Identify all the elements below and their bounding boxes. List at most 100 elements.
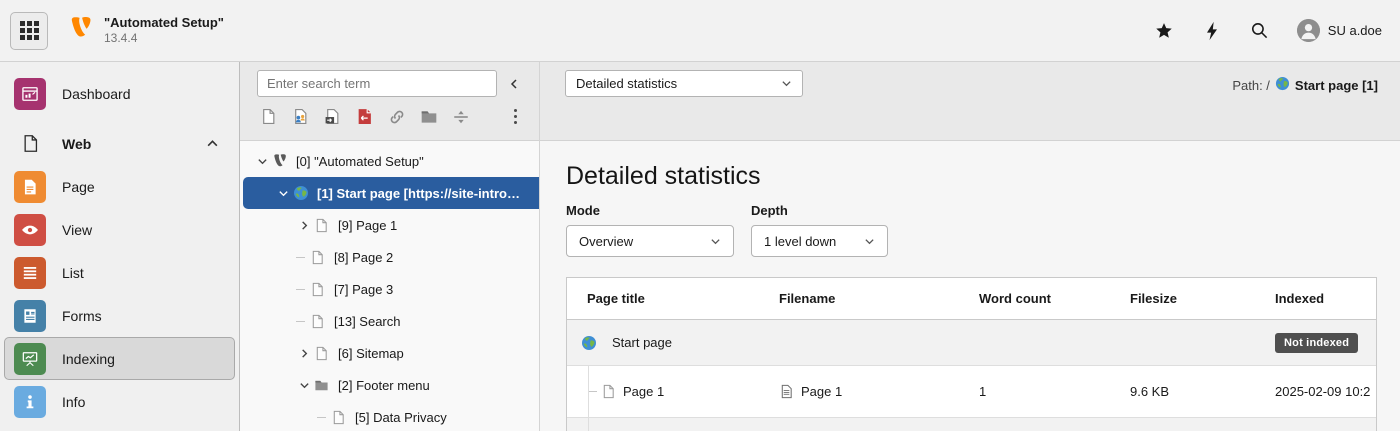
- chevron-right-icon[interactable]: [296, 220, 312, 231]
- chevron-right-icon[interactable]: [296, 348, 312, 359]
- page-module-icon: [14, 171, 46, 203]
- new-folder-icon[interactable]: [419, 107, 438, 126]
- view-eye-icon: [14, 214, 46, 246]
- module-item-list[interactable]: List: [4, 251, 235, 294]
- mode-filter: Mode Overview: [566, 203, 734, 257]
- not-indexed-badge: Not indexed: [1275, 333, 1358, 353]
- table-row: Start page Not indexed: [567, 320, 1376, 366]
- tree-node-label: [2] Footer menu: [338, 378, 430, 393]
- search-icon[interactable]: [1249, 20, 1271, 42]
- tree-node-search[interactable]: [13] Search: [240, 305, 539, 337]
- module-item-info[interactable]: Info: [4, 380, 235, 423]
- new-spacer-icon[interactable]: [451, 107, 470, 126]
- path-label: Path: /: [1232, 78, 1270, 93]
- new-link-icon[interactable]: [387, 107, 406, 126]
- tree-node-sitemap[interactable]: [6] Sitemap: [240, 337, 539, 369]
- site-title: "Automated Setup": [104, 15, 224, 31]
- module-item-indexing[interactable]: Indexing: [4, 337, 235, 380]
- chevron-down-icon[interactable]: [275, 188, 291, 199]
- tree-search-input[interactable]: [257, 70, 497, 97]
- tree-actions-kebab-icon[interactable]: [508, 106, 523, 127]
- typo3-backend: "Automated Setup" 13.4.4: [0, 0, 1400, 431]
- cell-page-title: Page 1: [623, 384, 664, 399]
- tree-node-footer-menu[interactable]: [2] Footer menu: [240, 369, 539, 401]
- module-item-dashboard[interactable]: Dashboard: [4, 72, 235, 115]
- globe-icon: [581, 335, 597, 351]
- new-shortcut-page-icon[interactable]: [323, 107, 342, 126]
- indent-cell: [567, 418, 589, 431]
- tree-node-label: [0] "Automated Setup": [296, 154, 424, 169]
- page-icon: [330, 410, 347, 425]
- module-label: Forms: [62, 308, 102, 324]
- page-tree-panel: [0] "Automated Setup" [1] Start page [ht…: [240, 62, 540, 431]
- column-header: Page title: [567, 291, 779, 306]
- dashboard-icon: [14, 78, 46, 110]
- page-icon: [309, 250, 326, 265]
- indent-cell: [567, 366, 589, 417]
- tree-node-label: [5] Data Privacy: [355, 410, 447, 425]
- tree-node-label: [8] Page 2: [334, 250, 393, 265]
- tree-node-page-1[interactable]: [9] Page 1: [240, 209, 539, 241]
- tree-node-page-3[interactable]: [7] Page 3: [240, 273, 539, 305]
- column-header: Filename: [779, 291, 979, 306]
- page-icon: [313, 218, 330, 233]
- cell-page-title: Start page: [612, 335, 672, 350]
- typo3-root-icon: [271, 153, 288, 169]
- module-item-view[interactable]: View: [4, 208, 235, 251]
- page-icon: [313, 346, 330, 361]
- new-page-icon[interactable]: [259, 107, 278, 126]
- chevron-down-icon[interactable]: [254, 156, 270, 167]
- page-tree: [0] "Automated Setup" [1] Start page [ht…: [240, 141, 539, 431]
- new-mountpoint-page-icon[interactable]: [355, 107, 374, 126]
- tree-node-start-page[interactable]: [1] Start page [https://site-intro…: [243, 177, 539, 209]
- module-content: Detailed statistics Mode Overview Depth: [540, 141, 1400, 431]
- module-item-page[interactable]: Page: [4, 165, 235, 208]
- mode-label: Mode: [566, 203, 734, 218]
- module-label: Dashboard: [62, 86, 131, 102]
- table-row: [567, 418, 1376, 431]
- clear-cache-bolt-icon[interactable]: [1201, 20, 1223, 42]
- mode-select-value: Overview: [579, 234, 633, 249]
- module-menu-toggle-button[interactable]: [10, 12, 48, 50]
- tree-connector-line: [589, 391, 601, 392]
- indexing-chart-icon: [14, 343, 46, 375]
- bookmarks-star-icon[interactable]: [1153, 20, 1175, 42]
- mode-select[interactable]: Overview: [566, 225, 734, 257]
- module-menu: Dashboard Web Page: [0, 62, 240, 431]
- column-header: Filesize: [1130, 291, 1275, 306]
- tree-node-page-2[interactable]: [8] Page 2: [240, 241, 539, 273]
- chevron-down-icon[interactable]: [296, 380, 312, 391]
- cell-word-count: 1: [979, 384, 1130, 399]
- page-icon: [601, 384, 616, 399]
- table-header-row: Page title Filename Word count Filesize …: [567, 278, 1376, 320]
- tree-node-label: [13] Search: [334, 314, 401, 329]
- module-label: Info: [62, 394, 85, 410]
- module-item-forms[interactable]: Forms: [4, 294, 235, 337]
- tree-node-label: [1] Start page [https://site-intro…: [317, 186, 520, 201]
- tree-node-label: [6] Sitemap: [338, 346, 404, 361]
- table-row: Page 1 Page 1 1 9.6 KB 2025-02-09 10:2: [567, 366, 1376, 418]
- tree-node-data-privacy[interactable]: [5] Data Privacy: [240, 401, 539, 431]
- typo3-version: 13.4.4: [104, 31, 224, 46]
- function-select[interactable]: Detailed statistics: [565, 70, 803, 97]
- module-label: List: [62, 265, 84, 281]
- grid-icon: [20, 21, 39, 40]
- tree-connector-line: [317, 417, 329, 418]
- user-menu[interactable]: SU a.doe: [1297, 19, 1382, 42]
- statistics-table: Page title Filename Word count Filesize …: [566, 277, 1377, 431]
- module-group-web[interactable]: Web: [4, 122, 235, 165]
- tree-node-root[interactable]: [0] "Automated Setup": [240, 145, 539, 177]
- globe-icon: [292, 185, 309, 201]
- page-tree-toolbar: [240, 62, 539, 141]
- username: SU a.doe: [1328, 23, 1382, 38]
- breadcrumb: Path: / Start page [1]: [1232, 76, 1378, 94]
- docheader: Detailed statistics Path: / Start page […: [540, 62, 1400, 141]
- list-lines-icon: [14, 257, 46, 289]
- new-userpage-icon[interactable]: [291, 107, 310, 126]
- module-group-label: Web: [62, 136, 91, 152]
- tree-connector-line: [296, 289, 308, 290]
- module-label: Page: [62, 179, 95, 195]
- collapse-tree-chevron-left-icon[interactable]: [501, 71, 527, 97]
- globe-icon: [1275, 76, 1290, 94]
- depth-select[interactable]: 1 level down: [751, 225, 888, 257]
